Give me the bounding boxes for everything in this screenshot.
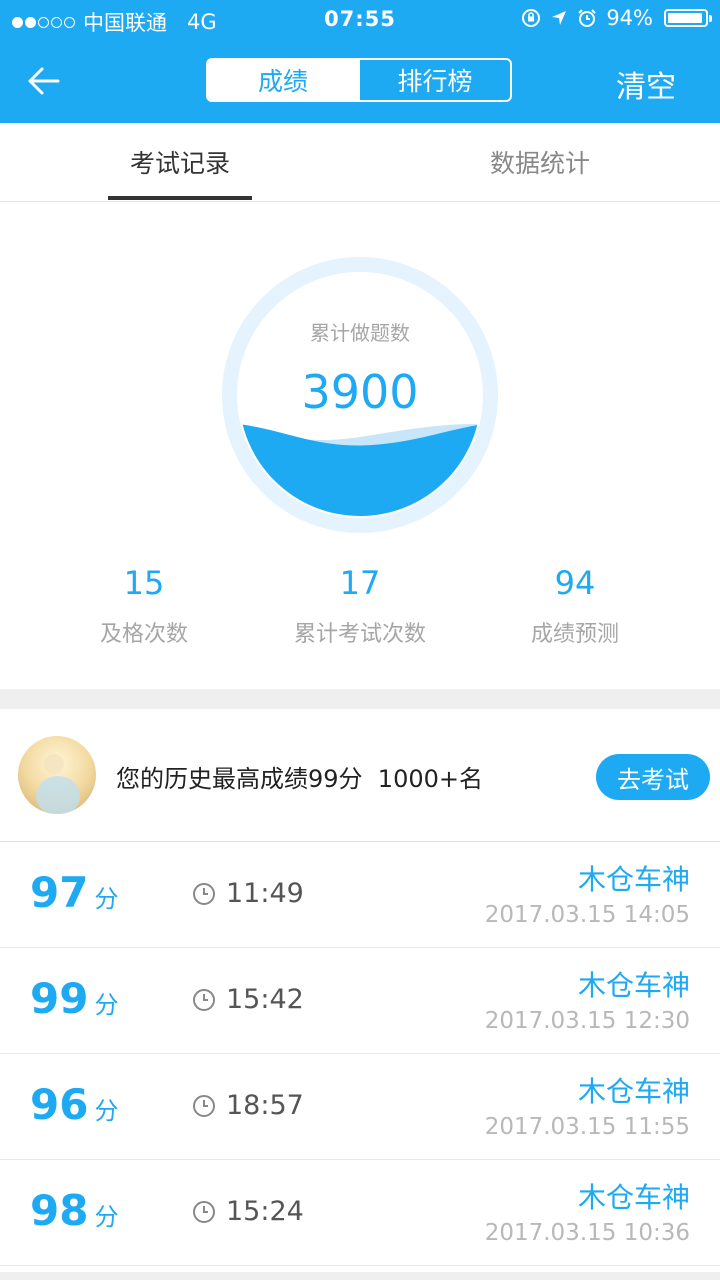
rotation-lock-icon: [522, 9, 541, 27]
battery-percent: 94%: [606, 6, 653, 30]
record-score: 98 分: [30, 1186, 118, 1235]
exam-record-row[interactable]: 96 分 18:57 木仓车神 2017.03.15 11:55: [0, 1054, 720, 1160]
avatar-image: [18, 736, 96, 814]
score-unit: 分: [94, 1097, 119, 1125]
score-value: 96: [30, 1080, 89, 1129]
record-score: 96 分: [30, 1080, 118, 1129]
stat-value: 94: [554, 564, 596, 602]
stat-label: 成绩预测: [530, 622, 619, 647]
exam-record-row[interactable]: 97 分 11:49 木仓车神 2017.03.15 14:05: [0, 842, 720, 948]
bottom-divider: [0, 1272, 720, 1280]
stat-exam-count: 17 累计考试次数: [240, 560, 480, 648]
gauge-label: 累计做题数: [310, 321, 410, 345]
location-icon: [552, 11, 567, 25]
stat-pass-count: 15 及格次数: [24, 560, 264, 648]
back-button[interactable]: [22, 58, 72, 104]
record-duration: 18:57: [192, 1090, 304, 1121]
duration-value: 15:24: [226, 1196, 304, 1227]
segment-ranking[interactable]: 排行榜: [358, 60, 510, 100]
record-username: 木仓车神: [577, 863, 690, 896]
gauge-value: 3900: [301, 365, 419, 419]
record-score: 99 分: [30, 974, 118, 1023]
record-username: 木仓车神: [577, 1075, 690, 1108]
go-exam-button[interactable]: 去考试: [596, 754, 710, 800]
battery-icon: [664, 9, 712, 27]
stat-score-prediction: 94 成绩预测: [455, 560, 695, 648]
record-date: 2017.03.15 11:55: [484, 1114, 690, 1140]
record-date: 2017.03.15 14:05: [484, 902, 690, 928]
exam-record-list: 97 分 11:49 木仓车神 2017.03.15 14:05 99 分 15:42 木仓车神…: [0, 842, 720, 1266]
record-username: 木仓车神: [577, 1181, 690, 1214]
record-date: 2017.03.15 10:36: [484, 1220, 690, 1246]
best-score-row: 您的历史最高成绩99分 1000+名 去考试: [0, 709, 720, 842]
clock-icon: [193, 1200, 215, 1223]
score-unit: 分: [94, 885, 119, 913]
tab-exam-records[interactable]: 考试记录: [108, 123, 252, 201]
duration-value: 18:57: [226, 1090, 304, 1121]
clear-button[interactable]: 清空: [616, 62, 676, 106]
record-duration: 15:24: [192, 1196, 304, 1227]
stat-value: 15: [123, 564, 165, 602]
clock-icon: [193, 988, 215, 1011]
score-value: 99: [30, 974, 89, 1023]
stat-label: 及格次数: [99, 622, 188, 647]
exam-record-row[interactable]: 98 分 15:24 木仓车神 2017.03.15 10:36: [0, 1160, 720, 1266]
record-duration: 11:49: [192, 878, 304, 909]
score-unit: 分: [94, 1203, 119, 1231]
summary-panel: 累计做题数 3900 15 及格次数 17 累计考试次数 94 成绩预测: [0, 202, 720, 689]
record-duration: 15:42: [192, 984, 304, 1015]
segment-scores[interactable]: 成绩: [208, 60, 358, 100]
best-score-text: 您的历史最高成绩99分 1000+名: [116, 765, 483, 793]
score-value: 98: [30, 1186, 89, 1235]
clock-icon: [193, 1094, 215, 1117]
stat-label: 累计考试次数: [293, 622, 426, 647]
score-value: 97: [30, 868, 89, 917]
duration-value: 15:42: [226, 984, 304, 1015]
section-divider: [0, 689, 720, 709]
stat-value: 17: [339, 564, 381, 602]
tab-active-indicator: [108, 196, 252, 200]
status-bar: 中国联通 4G 07:55 94%: [0, 0, 720, 40]
tab-data-statistics[interactable]: 数据统计: [468, 123, 612, 201]
record-date: 2017.03.15 12:30: [484, 1008, 690, 1034]
avatar[interactable]: [18, 736, 96, 814]
exam-record-row[interactable]: 99 分 15:42 木仓车神 2017.03.15 12:30: [0, 948, 720, 1054]
record-username: 木仓车神: [577, 969, 690, 1002]
battery-fill: [668, 13, 702, 23]
clock-icon: [193, 882, 215, 905]
record-score: 97 分: [30, 868, 118, 917]
score-unit: 分: [94, 991, 119, 1019]
back-arrow-icon: [28, 67, 60, 95]
alarm-icon: [578, 9, 597, 27]
segment-control: 成绩 排行榜: [206, 58, 512, 102]
tab-bar: 考试记录 数据统计: [0, 123, 720, 202]
nav-bar: 成绩 排行榜 清空: [0, 40, 720, 123]
status-right: 94%: [521, 6, 712, 30]
duration-value: 11:49: [226, 878, 304, 909]
